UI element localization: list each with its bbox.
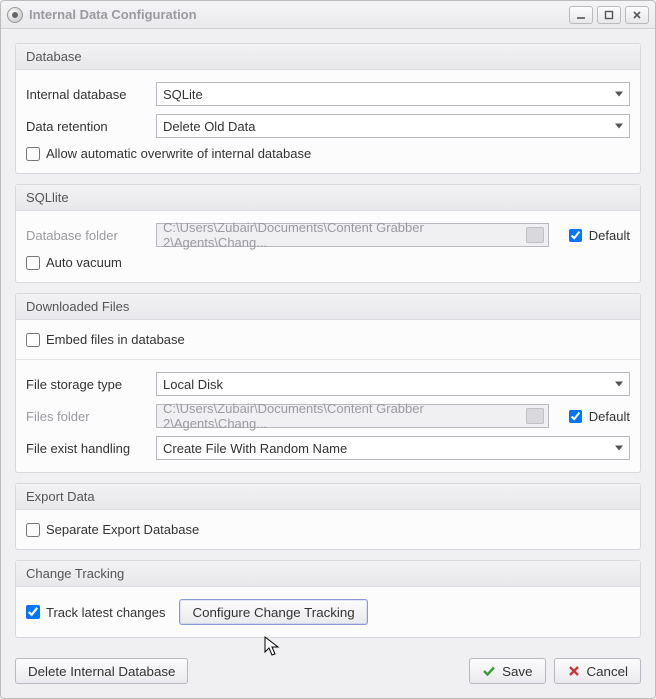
window-title: Internal Data Configuration	[29, 7, 569, 22]
separate-export-input[interactable]	[26, 523, 40, 537]
downloaded-files-header: Downloaded Files	[16, 294, 640, 320]
data-retention-select[interactable]: Delete Old Data	[156, 114, 630, 138]
files-folder-default-label: Default	[589, 409, 630, 424]
separate-export-checkbox[interactable]: Separate Export Database	[26, 522, 199, 537]
change-tracking-panel: Change Tracking Track latest changes Con…	[15, 560, 641, 638]
change-tracking-header: Change Tracking	[16, 561, 640, 587]
folder-icon	[526, 408, 544, 424]
file-storage-type-select[interactable]: Local Disk	[156, 372, 630, 396]
data-retention-value: Delete Old Data	[163, 119, 256, 134]
files-folder-field: C:\Users\Zubair\Documents\Content Grabbe…	[156, 404, 549, 428]
chevron-down-icon	[615, 446, 623, 451]
dialog-window: Internal Data Configuration Database Int…	[0, 0, 656, 699]
chevron-down-icon	[615, 124, 623, 129]
app-icon	[7, 7, 23, 23]
export-data-panel: Export Data Separate Export Database	[15, 483, 641, 550]
titlebar: Internal Data Configuration	[1, 1, 655, 29]
embed-files-checkbox[interactable]: Embed files in database	[26, 332, 185, 347]
files-folder-default-input[interactable]	[569, 410, 582, 423]
database-header: Database	[16, 44, 640, 70]
save-label: Save	[502, 664, 532, 679]
files-folder-value: C:\Users\Zubair\Documents\Content Grabbe…	[163, 401, 520, 431]
export-data-header: Export Data	[16, 484, 640, 510]
sqlite-panel: SQLlite Database folder C:\Users\Zubair\…	[15, 184, 641, 283]
auto-vacuum-checkbox[interactable]: Auto vacuum	[26, 255, 122, 270]
x-icon	[567, 664, 581, 678]
files-folder-label: Files folder	[26, 409, 148, 424]
database-folder-default-label: Default	[589, 228, 630, 243]
configure-change-tracking-label: Configure Change Tracking	[192, 605, 354, 620]
configure-change-tracking-button[interactable]: Configure Change Tracking	[179, 599, 367, 625]
track-latest-input[interactable]	[26, 605, 40, 619]
delete-internal-database-button[interactable]: Delete Internal Database	[15, 658, 188, 684]
database-folder-default-checkbox[interactable]: Default	[565, 226, 630, 245]
file-exist-handling-value: Create File With Random Name	[163, 441, 347, 456]
cancel-button[interactable]: Cancel	[554, 658, 642, 684]
delete-internal-database-label: Delete Internal Database	[28, 664, 175, 679]
downloaded-files-panel: Downloaded Files Embed files in database…	[15, 293, 641, 473]
database-folder-label: Database folder	[26, 228, 148, 243]
chevron-down-icon	[615, 382, 623, 387]
internal-database-value: SQLite	[163, 87, 203, 102]
auto-vacuum-input[interactable]	[26, 256, 40, 270]
maximize-button[interactable]	[597, 6, 621, 24]
allow-overwrite-label: Allow automatic overwrite of internal da…	[46, 146, 311, 161]
allow-overwrite-input[interactable]	[26, 147, 40, 161]
allow-overwrite-checkbox[interactable]: Allow automatic overwrite of internal da…	[26, 146, 311, 161]
save-button[interactable]: Save	[469, 658, 545, 684]
database-folder-default-input[interactable]	[569, 229, 582, 242]
file-storage-type-value: Local Disk	[163, 377, 223, 392]
separate-export-label: Separate Export Database	[46, 522, 199, 537]
file-exist-handling-select[interactable]: Create File With Random Name	[156, 436, 630, 460]
auto-vacuum-label: Auto vacuum	[46, 255, 122, 270]
embed-files-label: Embed files in database	[46, 332, 185, 347]
database-folder-value: C:\Users\Zubair\Documents\Content Grabbe…	[163, 220, 520, 250]
database-folder-field: C:\Users\Zubair\Documents\Content Grabbe…	[156, 223, 549, 247]
dialog-content: Database Internal database SQLite Data r…	[1, 29, 655, 652]
minimize-button[interactable]	[569, 6, 593, 24]
cancel-label: Cancel	[587, 664, 629, 679]
internal-database-label: Internal database	[26, 87, 148, 102]
track-latest-checkbox[interactable]: Track latest changes	[26, 605, 165, 620]
files-folder-default-checkbox[interactable]: Default	[565, 407, 630, 426]
internal-database-select[interactable]: SQLite	[156, 82, 630, 106]
folder-icon	[526, 227, 544, 243]
sqlite-header: SQLlite	[16, 185, 640, 211]
file-storage-type-label: File storage type	[26, 377, 148, 392]
track-latest-label: Track latest changes	[46, 605, 165, 620]
check-icon	[482, 664, 496, 678]
close-button[interactable]	[625, 6, 649, 24]
data-retention-label: Data retention	[26, 119, 148, 134]
dialog-footer: Delete Internal Database Save Cancel	[1, 652, 655, 698]
database-panel: Database Internal database SQLite Data r…	[15, 43, 641, 174]
file-exist-handling-label: File exist handling	[26, 441, 148, 456]
embed-files-input[interactable]	[26, 333, 40, 347]
chevron-down-icon	[615, 92, 623, 97]
